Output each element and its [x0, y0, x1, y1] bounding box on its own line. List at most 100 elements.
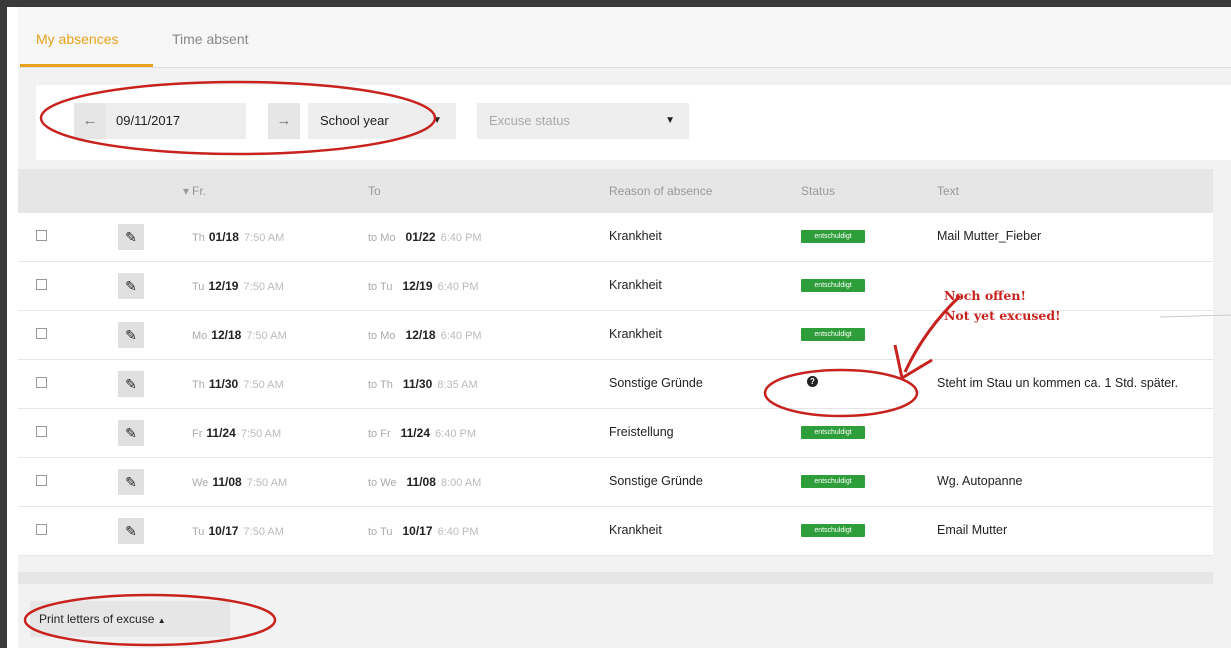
header-reason[interactable]: Reason of absence	[609, 184, 712, 198]
to-time: 8:00 AM	[440, 477, 482, 489]
previous-date-button[interactable]: ←	[74, 103, 106, 139]
window-left-border	[0, 0, 7, 648]
from-time: 7:50 AM	[246, 477, 288, 489]
tab-time-absent[interactable]: Time absent	[172, 31, 249, 47]
pencil-icon: ✎	[125, 376, 137, 392]
to-weekday: to Th	[368, 379, 393, 391]
status-badge: entschuldigt	[801, 230, 865, 243]
header-text[interactable]: Text	[937, 184, 959, 198]
header-from[interactable]: Fr.	[192, 184, 206, 198]
to-weekday: to Mo	[368, 330, 396, 342]
from-time: 7:50 AM	[243, 281, 284, 293]
row-checkbox[interactable]	[36, 279, 47, 290]
edit-button[interactable]: ✎	[118, 469, 144, 495]
reason-cell: Krankheit	[609, 523, 662, 537]
to-weekday: to Tu	[368, 526, 393, 538]
edit-button[interactable]: ✎	[118, 518, 144, 544]
caret-up-icon: ▲	[157, 616, 166, 625]
to-date: 01/22	[405, 230, 436, 244]
edit-button[interactable]: ✎	[118, 371, 144, 397]
not-excused-annotation: Noch offen! Not yet excused!	[944, 286, 1061, 326]
question-icon: ?	[807, 376, 818, 387]
from-date: 11/30	[208, 377, 239, 391]
from-time: 7:50 AM	[243, 379, 284, 391]
from-time: 7:50 AM	[243, 232, 285, 244]
from-weekday: Tu	[192, 281, 205, 293]
to-datetime: to Mo 12/18 6:40 PM	[368, 328, 482, 342]
print-letters-label: Print letters of excuse	[39, 612, 155, 626]
row-checkbox[interactable]	[36, 426, 47, 437]
next-date-button[interactable]: →	[268, 103, 300, 139]
table-row[interactable]: ✎ Th 11/30 7:50 AM to Th 11/30 8:35 AM Son…	[18, 360, 1213, 409]
table-row[interactable]: ✎ Th 01/18 7:50 AM to Mo 01/22 6:40 PM Kra…	[18, 213, 1213, 262]
to-datetime: to Th 11/30 8:35 AM	[368, 377, 478, 391]
from-weekday: Th	[192, 379, 205, 391]
from-date: 12/19	[208, 279, 239, 293]
header-to[interactable]: To	[368, 184, 381, 198]
reason-cell: Krankheit	[609, 327, 662, 341]
table-row[interactable]: ✎ Tu 10/17 7:50 AM to Tu 10/17 6:40 PM Kra…	[18, 507, 1213, 556]
period-select[interactable]: School year ▼	[308, 103, 456, 139]
to-weekday: to Tu	[368, 281, 393, 293]
from-date: 12/18	[211, 328, 242, 342]
annotation-line-english: Not yet excused!	[944, 308, 1061, 323]
arrow-right-icon: →	[276, 112, 292, 129]
excuse-status-select[interactable]: Excuse status ▼	[477, 103, 689, 139]
to-weekday: to Mo	[368, 232, 396, 244]
status-badge: entschuldigt	[801, 426, 865, 439]
header-status[interactable]: Status	[801, 184, 835, 198]
from-time: 7:50 AM	[240, 428, 282, 440]
text-cell: Email Mutter	[937, 523, 1008, 537]
from-date: 01/18	[208, 230, 239, 244]
active-tab-indicator	[20, 64, 153, 67]
sort-desc-icon[interactable]: ▾	[183, 184, 189, 198]
to-datetime: to Tu 10/17 6:40 PM	[368, 524, 479, 538]
row-checkbox[interactable]	[36, 524, 47, 535]
to-date: 10/17	[402, 524, 433, 538]
from-datetime: Fr 11/24 7:50 AM	[192, 426, 281, 440]
edit-button[interactable]: ✎	[118, 420, 144, 446]
from-datetime: Mo 12/18 7:50 AM	[192, 328, 287, 342]
to-date: 11/30	[402, 377, 433, 391]
from-weekday: Tu	[192, 526, 205, 538]
status-badge: entschuldigt	[801, 328, 865, 341]
filter-bar: ← 09/11/2017 → School year ▼ Excuse stat…	[36, 85, 1231, 160]
to-datetime: to Tu 12/19 6:40 PM	[368, 279, 479, 293]
row-checkbox[interactable]	[36, 328, 47, 339]
print-letters-button[interactable]: Print letters of excuse ▲	[30, 601, 230, 637]
to-datetime: to We 11/08 8:00 AM	[368, 475, 481, 489]
pencil-icon: ✎	[125, 327, 137, 343]
to-datetime: to Mo 01/22 6:40 PM	[368, 230, 482, 244]
table-row[interactable]: ✎ We 11/08 7:50 AM to We 11/08 8:00 AM Son…	[18, 458, 1213, 507]
to-time: 6:40 PM	[437, 526, 479, 538]
to-date: 12/18	[405, 328, 436, 342]
excuse-status-placeholder: Excuse status	[489, 113, 570, 128]
tab-my-absences[interactable]: My absences	[36, 31, 118, 47]
from-datetime: Tu 10/17 7:50 AM	[192, 524, 284, 538]
text-cell: Wg. Autopanne	[937, 474, 1023, 488]
from-datetime: Tu 12/19 7:50 AM	[192, 279, 284, 293]
reason-cell: Sonstige Gründe	[609, 376, 703, 390]
table-row[interactable]: ✎ Fr 11/24 7:50 AM to Fr 11/24 6:40 PM Fre…	[18, 409, 1213, 458]
annotation-line-german: Noch offen!	[944, 288, 1026, 303]
edit-button[interactable]: ✎	[118, 273, 144, 299]
table-footer	[18, 572, 1213, 584]
from-weekday: Fr	[192, 428, 203, 440]
row-checkbox[interactable]	[36, 230, 47, 241]
to-date: 11/24	[400, 426, 430, 440]
from-date: 10/17	[208, 524, 239, 538]
row-checkbox[interactable]	[36, 377, 47, 388]
row-checkbox[interactable]	[36, 475, 47, 486]
period-select-value: School year	[320, 113, 389, 128]
arrow-left-icon: ←	[82, 112, 98, 129]
from-datetime: Th 11/30 7:50 AM	[192, 377, 284, 391]
window-top-border	[0, 0, 1231, 7]
edit-button[interactable]: ✎	[118, 224, 144, 250]
date-field[interactable]: 09/11/2017	[106, 103, 246, 139]
to-time: 6:40 PM	[440, 232, 482, 244]
caret-down-icon: ▼	[665, 115, 675, 126]
pencil-icon: ✎	[125, 474, 137, 490]
status-badge: entschuldigt	[801, 475, 865, 488]
edit-button[interactable]: ✎	[118, 322, 144, 348]
to-date: 11/08	[406, 475, 436, 489]
